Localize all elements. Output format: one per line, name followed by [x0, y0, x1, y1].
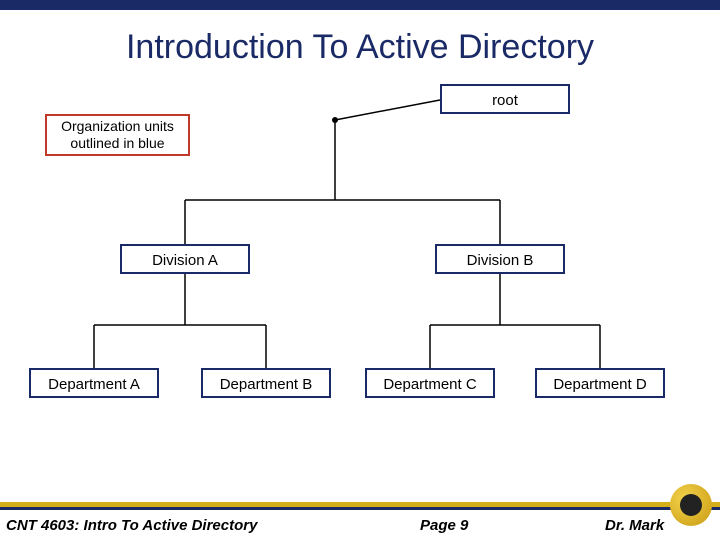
- node-department-c: Department C: [365, 368, 495, 398]
- footer: CNT 4603: Intro To Active Directory Page…: [0, 502, 720, 540]
- node-root: root: [440, 84, 570, 114]
- slide-title: Introduction To Active Directory: [0, 28, 720, 67]
- node-division-b: Division B: [435, 244, 565, 274]
- footer-content: CNT 4603: Intro To Active Directory Page…: [0, 510, 720, 540]
- footer-author: Dr. Mark: [605, 517, 664, 534]
- slide: Introduction To Active Directory Organiz…: [0, 0, 720, 540]
- node-department-b: Department B: [201, 368, 331, 398]
- legend-box: Organization units outlined in blue: [45, 114, 190, 156]
- connector-lines: [0, 0, 720, 540]
- node-division-a: Division A: [120, 244, 250, 274]
- footer-page: Page 9: [420, 517, 468, 534]
- footer-logo-icon: [670, 484, 712, 526]
- node-department-d: Department D: [535, 368, 665, 398]
- footer-course: CNT 4603: Intro To Active Directory: [6, 517, 257, 534]
- top-rule: [0, 0, 720, 10]
- node-department-a: Department A: [29, 368, 159, 398]
